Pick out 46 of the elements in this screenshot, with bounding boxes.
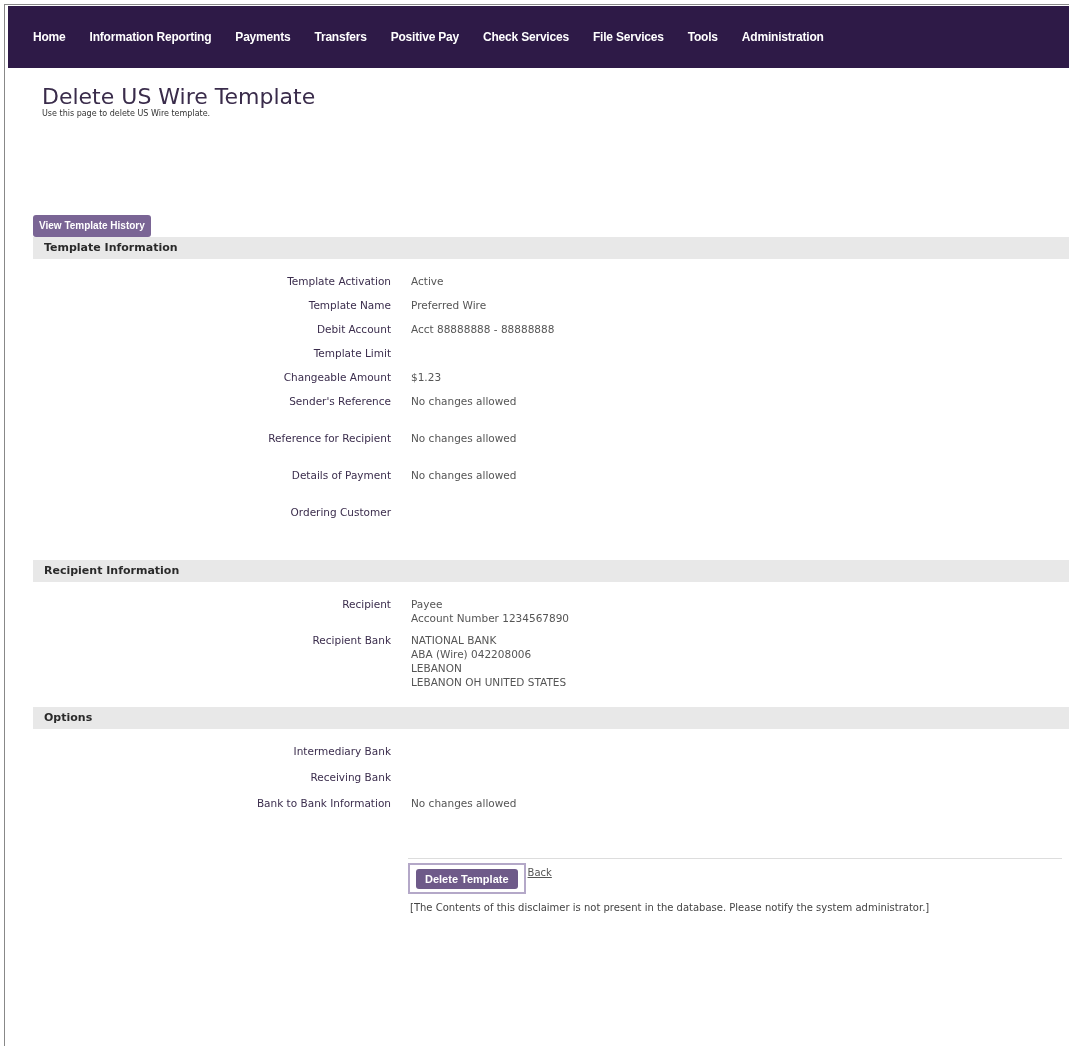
field-value: No changes allowed — [411, 393, 518, 408]
nav-item[interactable]: Administration — [741, 30, 824, 44]
nav-item[interactable]: Information Reporting — [89, 30, 212, 44]
field-label: Template Activation — [286, 273, 391, 289]
delete-template-button[interactable]: Delete Template — [416, 868, 518, 889]
field-value: Preferred Wire — [411, 297, 488, 312]
field-label: Bank to Bank Information — [255, 795, 391, 811]
section-header: Options — [33, 706, 1069, 729]
back-link[interactable]: Back — [527, 866, 552, 878]
nav-item[interactable]: File Services — [592, 30, 664, 44]
nav-item[interactable]: Positive Pay — [390, 30, 459, 44]
field-label: Details of Payment — [290, 467, 391, 483]
nav-item[interactable]: Home — [33, 30, 66, 44]
field-label: Changeable Amount — [282, 369, 391, 385]
field-label: Receiving Bank — [309, 769, 391, 785]
field-label: Reference for Recipient — [267, 430, 391, 446]
field-value: Active — [411, 273, 445, 288]
field-value: LEBANON — [411, 660, 463, 675]
nav-item[interactable]: Check Services — [483, 30, 569, 44]
field-value: ABA (Wire) 042208006 — [411, 646, 533, 661]
field-label: Template Name — [307, 297, 391, 313]
view-history-button[interactable]: View Template History — [33, 214, 151, 237]
field-label: Recipient — [341, 596, 391, 612]
field-value: LEBANON OH UNITED STATES — [411, 674, 568, 689]
field-value: Payee — [411, 596, 444, 611]
nav-item[interactable]: Payments — [235, 30, 291, 44]
field-value: NATIONAL BANK — [411, 632, 498, 647]
field-value: Acct 88888888 - 88888888 — [411, 321, 556, 336]
disclaimer-text: [The Contents of this disclaimer is not present in the database. Please notify the system administrator.] — [410, 901, 931, 913]
field-label: Ordering Customer — [289, 504, 391, 520]
section-header: Recipient Information — [33, 559, 1069, 582]
nav-item[interactable]: Tools — [687, 30, 718, 44]
page-title: Delete US Wire Template — [42, 84, 317, 109]
field-label: Sender's Reference — [288, 393, 391, 409]
field-label: Intermediary Bank — [292, 743, 391, 759]
field-value: No changes allowed — [411, 430, 518, 445]
field-label: Template Limit — [312, 345, 391, 361]
field-value: $1.23 — [411, 369, 443, 384]
field-value: No changes allowed — [411, 795, 518, 810]
field-label: Recipient Bank — [311, 632, 391, 648]
nav-item[interactable]: Transfers — [314, 30, 367, 44]
field-value: No changes allowed — [411, 467, 518, 482]
section-header: Template Information — [33, 236, 1069, 259]
field-label: Debit Account — [316, 321, 391, 337]
field-value: Account Number 1234567890 — [411, 610, 571, 625]
page-subtitle: Use this page to delete US Wire template. — [42, 109, 212, 119]
